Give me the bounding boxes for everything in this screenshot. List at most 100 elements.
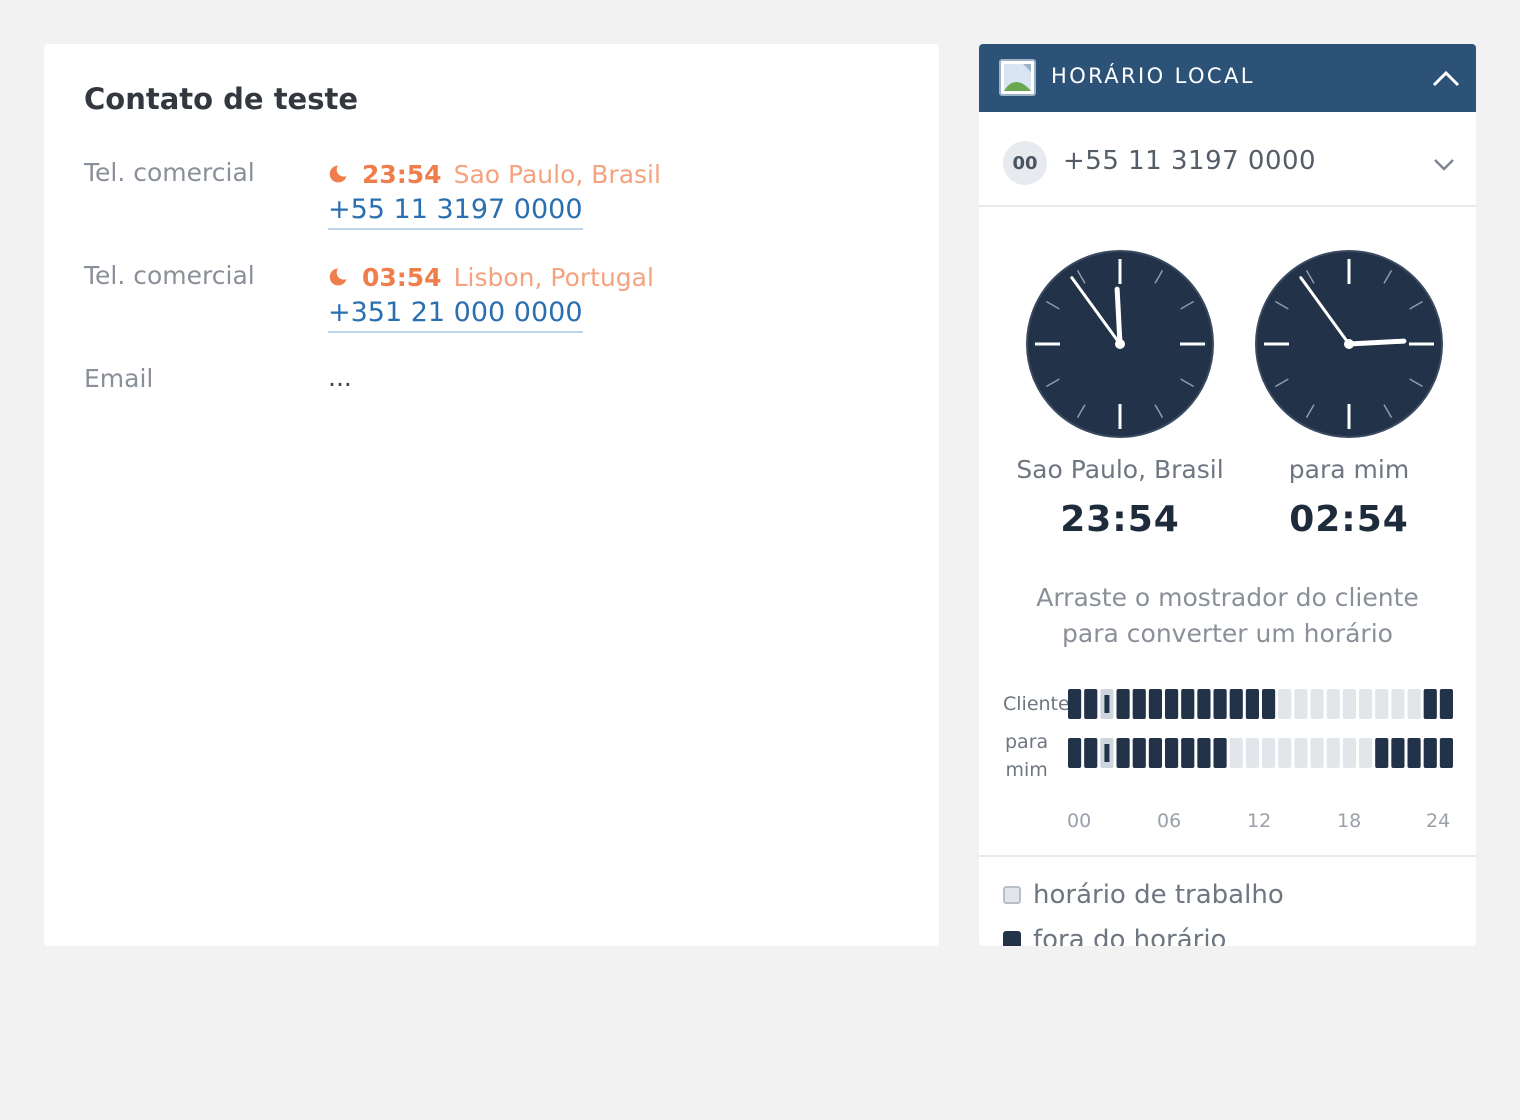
drag-hint: Arraste o mostrador do cliente para conv… bbox=[999, 580, 1456, 652]
local-time: 23:54 bbox=[362, 159, 442, 189]
hour-block bbox=[1148, 689, 1162, 719]
field-label: Tel. comercial bbox=[84, 261, 255, 290]
hour-block bbox=[1359, 689, 1373, 719]
current-hour-marker bbox=[1104, 695, 1110, 713]
hour-block bbox=[1391, 689, 1405, 719]
field-label: Email bbox=[84, 364, 154, 393]
hour-tick-24: 24 bbox=[1426, 810, 1451, 832]
hour-block bbox=[1342, 689, 1356, 719]
field-label: Tel. comercial bbox=[84, 158, 255, 187]
hour-block bbox=[1439, 738, 1453, 768]
hour-block bbox=[1375, 689, 1389, 719]
client-clock-dial[interactable] bbox=[1025, 249, 1215, 439]
chevron-down-icon[interactable] bbox=[1433, 158, 1455, 172]
hour-block bbox=[1132, 689, 1146, 719]
hour-block bbox=[1068, 689, 1082, 719]
divider bbox=[979, 855, 1476, 857]
hour-hand bbox=[1114, 286, 1123, 347]
hour-block bbox=[1262, 738, 1276, 768]
hour-block bbox=[1375, 738, 1389, 768]
hour-hand bbox=[1346, 338, 1407, 347]
email-field: Email ... bbox=[84, 363, 924, 443]
hour-tick-06: 06 bbox=[1157, 810, 1182, 832]
me-hour-strip bbox=[1068, 738, 1453, 768]
widget-title: HORÁRIO LOCAL bbox=[1051, 64, 1255, 88]
my-clock-dial bbox=[1255, 250, 1443, 438]
hour-block bbox=[1116, 689, 1130, 719]
local-time-line: 23:54 Sao Paulo, Brasil bbox=[328, 157, 661, 191]
hour-block bbox=[1197, 689, 1211, 719]
hour-tick-00: 00 bbox=[1067, 810, 1092, 832]
hour-block bbox=[1165, 689, 1179, 719]
hour-block bbox=[1116, 738, 1130, 768]
local-location: Lisbon, Portugal bbox=[453, 262, 654, 292]
selected-phone: +55 11 3197 0000 bbox=[1063, 146, 1317, 176]
hour-block bbox=[1294, 738, 1308, 768]
hour-block bbox=[1407, 738, 1421, 768]
legend-off-hours: fora do horário bbox=[1003, 925, 1226, 946]
hour-block bbox=[1310, 689, 1324, 719]
hour-block bbox=[1245, 738, 1259, 768]
hour-block bbox=[1084, 689, 1098, 719]
me-row-label-line-2: mim bbox=[1005, 759, 1048, 781]
app-logo-icon bbox=[999, 59, 1036, 96]
hour-block bbox=[1181, 689, 1195, 719]
my-clock-time: 02:54 bbox=[1289, 499, 1409, 540]
hour-block bbox=[1213, 689, 1227, 719]
me-row-label: para mim bbox=[1005, 728, 1048, 784]
hour-tick-12: 12 bbox=[1247, 810, 1272, 832]
hour-block bbox=[1359, 738, 1373, 768]
hour-block bbox=[1423, 738, 1437, 768]
hour-block bbox=[1262, 689, 1276, 719]
hour-block bbox=[1197, 738, 1211, 768]
hour-block bbox=[1245, 689, 1259, 719]
contact-card: Contato de teste Tel. comercial 23:54 Sa… bbox=[44, 44, 939, 946]
phone-link[interactable]: +55 11 3197 0000 bbox=[328, 193, 583, 230]
hour-block bbox=[1084, 738, 1098, 768]
moon-icon bbox=[329, 268, 347, 286]
phone-field-1: Tel. comercial 23:54 Sao Paulo, Brasil +… bbox=[84, 157, 924, 237]
field-value: 03:54 Lisbon, Portugal +351 21 000 0000 bbox=[328, 260, 654, 333]
local-time: 03:54 bbox=[362, 262, 442, 292]
hour-block bbox=[1068, 738, 1082, 768]
legend-label: fora do horário bbox=[1033, 925, 1227, 946]
country-code-badge: 00 bbox=[1003, 141, 1047, 185]
hour-block bbox=[1181, 738, 1195, 768]
hour-block bbox=[1132, 738, 1146, 768]
moon-icon bbox=[329, 165, 347, 183]
hour-block bbox=[1326, 689, 1340, 719]
hour-block bbox=[1213, 738, 1227, 768]
hint-line-1: Arraste o mostrador do cliente bbox=[1036, 583, 1419, 612]
hint-line-2: para converter um horário bbox=[1062, 619, 1393, 648]
client-row-label: Cliente bbox=[1003, 693, 1070, 715]
local-location: Sao Paulo, Brasil bbox=[453, 159, 661, 189]
hour-block bbox=[1294, 689, 1308, 719]
chevron-up-icon[interactable] bbox=[1431, 66, 1461, 90]
hour-block bbox=[1407, 689, 1421, 719]
phone-select[interactable]: 00 +55 11 3197 0000 bbox=[979, 112, 1476, 207]
hour-block bbox=[1229, 689, 1243, 719]
hour-block bbox=[1391, 738, 1405, 768]
client-clock-label: Sao Paulo, Brasil bbox=[1016, 455, 1224, 484]
contact-name: Contato de teste bbox=[84, 82, 359, 116]
hour-tick-18: 18 bbox=[1337, 810, 1362, 832]
legend-work-hours: horário de trabalho bbox=[1003, 880, 1284, 910]
local-time-line: 03:54 Lisbon, Portugal bbox=[328, 260, 654, 294]
current-hour-marker bbox=[1104, 744, 1110, 762]
hour-block bbox=[1148, 738, 1162, 768]
phone-link[interactable]: +351 21 000 0000 bbox=[328, 296, 583, 333]
hour-block bbox=[1165, 738, 1179, 768]
legend-swatch bbox=[1003, 931, 1021, 946]
me-row-label-line-1: para bbox=[1005, 731, 1049, 753]
hour-block bbox=[1342, 738, 1356, 768]
legend-swatch bbox=[1003, 886, 1021, 904]
hour-block bbox=[1229, 738, 1243, 768]
hour-block bbox=[1423, 689, 1437, 719]
field-value: 23:54 Sao Paulo, Brasil +55 11 3197 0000 bbox=[328, 157, 661, 230]
email-value: ... bbox=[328, 363, 352, 392]
hour-block bbox=[1278, 689, 1292, 719]
client-hour-strip[interactable] bbox=[1067, 689, 1455, 719]
client-clock-time: 23:54 bbox=[1060, 499, 1180, 540]
legend-label: horário de trabalho bbox=[1033, 880, 1284, 910]
my-clock-label: para mim bbox=[1288, 455, 1410, 484]
